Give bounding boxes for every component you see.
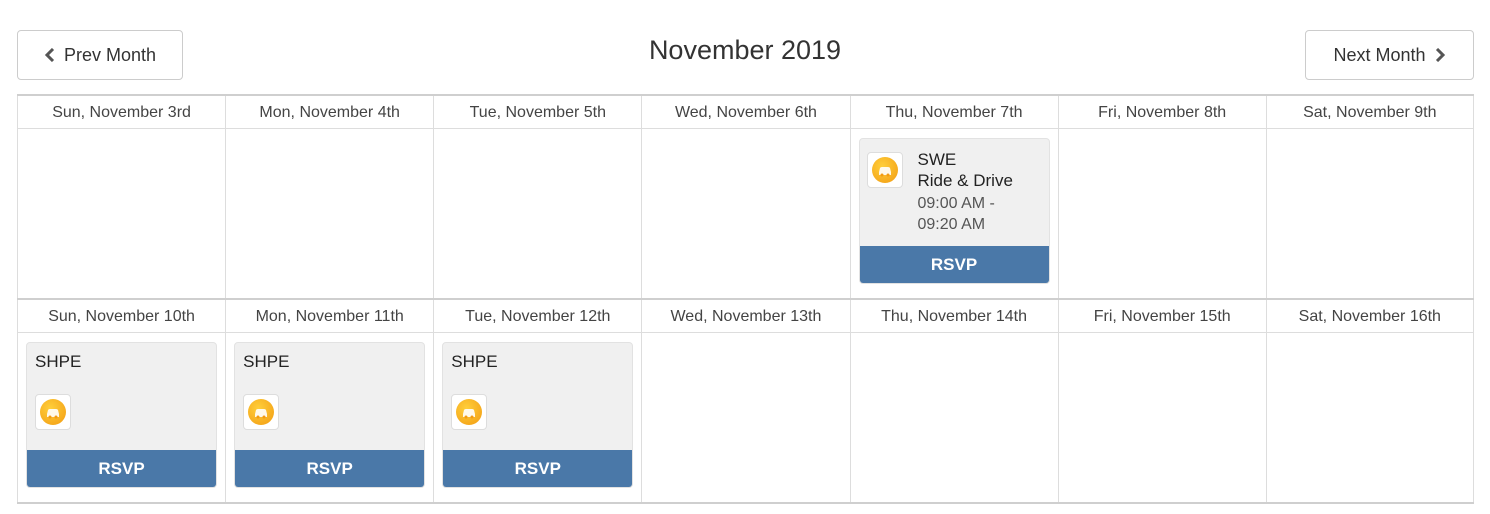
month-title: November 2019 <box>648 35 842 65</box>
rsvp-button[interactable]: RSVP <box>235 450 425 487</box>
week-row: Sun, November 10th SHPE RSVP Mon, Novemb… <box>17 298 1474 504</box>
day-cell: Sat, November 9th <box>1265 96 1474 298</box>
day-cell: Mon, November 4th <box>225 96 434 298</box>
event-time-end: 09:20 AM <box>917 216 986 233</box>
day-header: Fri, November 8th <box>1058 96 1266 129</box>
event-title: SHPE <box>35 352 82 371</box>
chevron-right-icon <box>1434 48 1446 62</box>
event-logo <box>451 394 488 430</box>
chevron-left-icon <box>44 48 56 62</box>
event-card[interactable]: SWE Ride & Drive 09:00 AM - 09:20 AM RSV… <box>858 138 1050 284</box>
day-header: Sat, November 9th <box>1266 96 1473 129</box>
car-icon <box>456 399 483 425</box>
day-cell: Thu, November 7th SWE Ride & Drive 09:00… <box>849 96 1058 298</box>
day-header: Sun, November 3rd <box>18 96 226 129</box>
event-card[interactable]: SHPE RSVP <box>442 342 634 488</box>
calendar-grid: Sun, November 3rd Mon, November 4th Tue,… <box>17 94 1474 504</box>
rsvp-button[interactable]: RSVP <box>27 450 217 487</box>
day-cell: Sat, November 16th <box>1265 300 1474 502</box>
day-header: Thu, November 7th <box>850 96 1058 129</box>
prev-month-button[interactable]: Prev Month <box>17 30 183 80</box>
event-details: SWE Ride & Drive 09:00 AM - 09:20 AM <box>918 149 1043 235</box>
car-icon <box>40 399 66 425</box>
rsvp-button[interactable]: RSVP <box>859 246 1049 283</box>
car-icon <box>248 399 275 425</box>
week-row: Sun, November 3rd Mon, November 4th Tue,… <box>17 94 1474 298</box>
day-header: Thu, November 14th <box>850 300 1058 333</box>
event-card[interactable]: SHPE RSVP <box>234 342 426 488</box>
event-logo <box>866 152 903 188</box>
prev-month-label: Prev Month <box>63 44 157 65</box>
day-cell: Sun, November 3rd <box>17 96 226 298</box>
day-cell: Tue, November 12th SHPE RSVP <box>433 300 642 502</box>
event-logo <box>35 394 71 430</box>
day-header: Sun, November 10th <box>18 300 226 333</box>
rsvp-button[interactable]: RSVP <box>443 450 633 487</box>
day-cell: Thu, November 14th <box>849 300 1058 502</box>
day-header: Fri, November 15th <box>1058 300 1266 333</box>
event-card[interactable]: SHPE RSVP <box>26 342 218 488</box>
event-title: Ride & Drive <box>917 171 1013 190</box>
day-cell: Mon, November 11th SHPE RSVP <box>225 300 434 502</box>
event-org: SWE <box>917 150 957 169</box>
day-header: Mon, November 4th <box>226 96 434 129</box>
event-time-start: 09:00 AM - <box>917 195 995 212</box>
day-cell: Wed, November 13th <box>641 300 850 502</box>
day-header: Wed, November 6th <box>642 96 850 129</box>
day-header: Tue, November 5th <box>434 96 642 129</box>
event-logo <box>243 394 280 430</box>
day-header: Wed, November 13th <box>642 300 850 333</box>
next-month-button[interactable]: Next Month <box>1305 30 1474 80</box>
event-title: SHPE <box>243 352 290 371</box>
day-header: Mon, November 11th <box>226 300 434 333</box>
car-icon <box>871 157 898 183</box>
day-header: Tue, November 12th <box>434 300 642 333</box>
day-cell: Wed, November 6th <box>641 96 850 298</box>
event-title: SHPE <box>451 352 498 371</box>
day-cell: Fri, November 15th <box>1057 300 1266 502</box>
day-cell: Tue, November 5th <box>433 96 642 298</box>
next-month-label: Next Month <box>1333 44 1426 65</box>
day-header: Sat, November 16th <box>1266 300 1473 333</box>
day-cell: Sun, November 10th SHPE RSVP <box>17 300 226 502</box>
day-cell: Fri, November 8th <box>1057 96 1266 298</box>
